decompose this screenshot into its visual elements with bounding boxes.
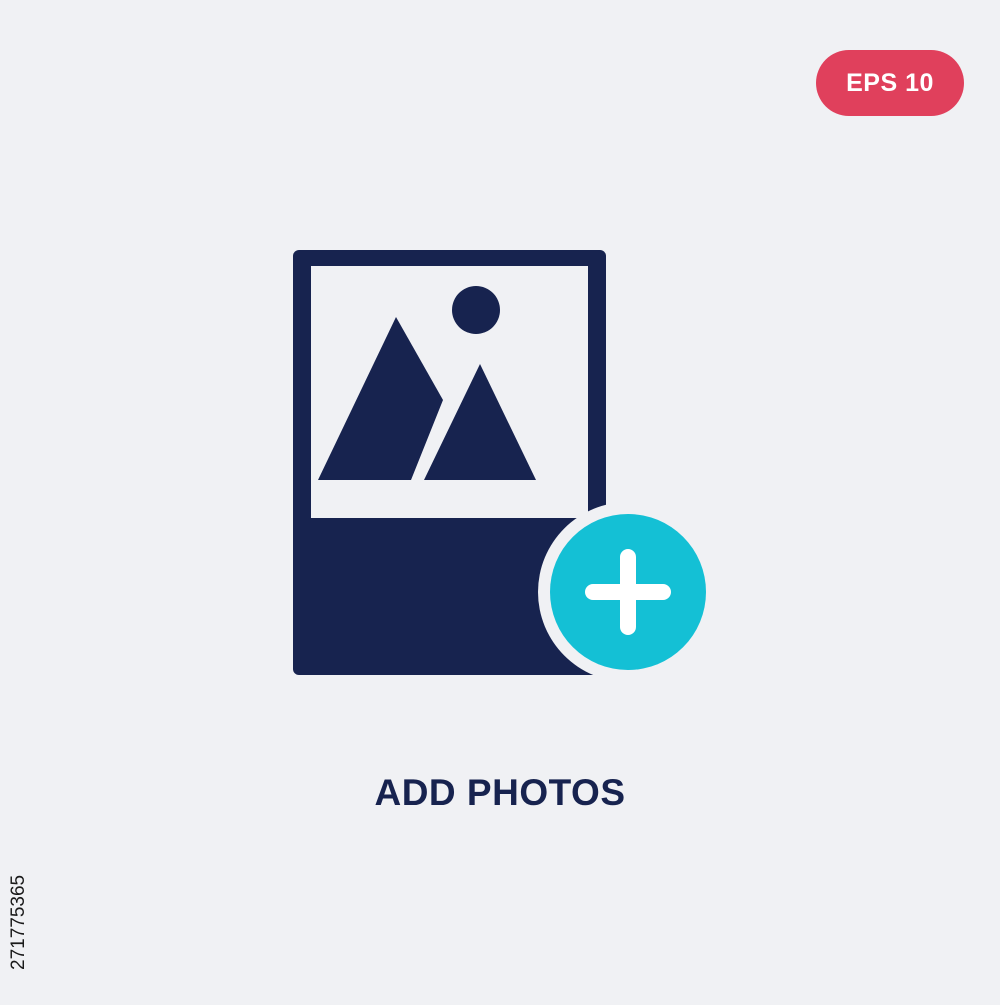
icon-caption: ADD PHOTOS bbox=[374, 772, 626, 813]
add-photos-icon bbox=[0, 0, 1000, 1000]
stock-id-label: 271775365 bbox=[8, 874, 29, 970]
plus-circle-icon bbox=[538, 502, 718, 682]
